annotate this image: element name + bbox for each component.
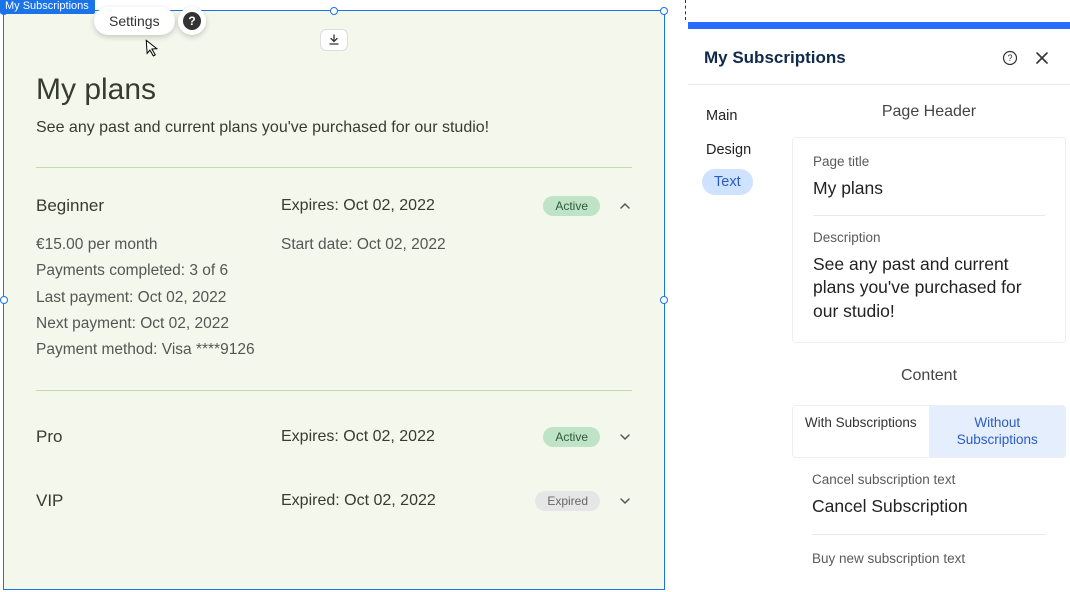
divider bbox=[813, 215, 1045, 216]
plan-expiry: Expires: Oct 02, 2022 bbox=[281, 428, 543, 446]
plan-row[interactable]: Pro Expires: Oct 02, 2022 Active bbox=[36, 405, 632, 469]
nav-item-main[interactable]: Main bbox=[702, 101, 784, 131]
field-value-page-title[interactable]: My plans bbox=[813, 177, 1045, 201]
page-description: See any past and current plans you've pu… bbox=[36, 119, 632, 137]
plan-expiry: Expires: Oct 02, 2022 bbox=[281, 197, 543, 215]
sidepanel-header: My Subscriptions ? bbox=[688, 32, 1070, 85]
tab-with-subscriptions[interactable]: With Subscriptions bbox=[792, 405, 929, 458]
nav-item-design[interactable]: Design bbox=[702, 135, 784, 165]
content-tabs: With Subscriptions Without Subscriptions bbox=[792, 405, 1066, 458]
chevron-up-icon[interactable] bbox=[618, 199, 632, 213]
plan-expiry: Expired: Oct 02, 2022 bbox=[281, 492, 535, 510]
sidepanel-content: Page Header Page title My plans Descript… bbox=[792, 85, 1070, 592]
section-header-content: Content bbox=[792, 349, 1066, 401]
content-card: Cancel subscription text Cancel Subscrip… bbox=[792, 472, 1066, 567]
page-header-card: Page title My plans Description See any … bbox=[792, 137, 1066, 343]
status-badge: Active bbox=[543, 427, 600, 447]
download-icon bbox=[328, 34, 340, 46]
help-icon: ? bbox=[1002, 50, 1018, 66]
plan-name: Pro bbox=[36, 427, 281, 447]
page-title: My plans bbox=[36, 73, 632, 107]
cursor-icon bbox=[143, 38, 161, 63]
tab-without-subscriptions[interactable]: Without Subscriptions bbox=[929, 405, 1067, 458]
preview-canvas[interactable]: Settings ? My plans See any past and cur… bbox=[3, 10, 665, 590]
status-badge: Expired bbox=[535, 491, 600, 511]
section-header-page-header: Page Header bbox=[792, 85, 1066, 137]
field-label-buy-text: Buy new subscription text bbox=[812, 551, 1046, 566]
field-value-cancel-text[interactable]: Cancel Subscription bbox=[812, 495, 1046, 519]
nav-item-text[interactable]: Text bbox=[702, 169, 753, 195]
sidepanel-nav: Main Design Text bbox=[688, 85, 792, 592]
panel-topbar bbox=[688, 22, 1070, 29]
field-label-page-title: Page title bbox=[813, 154, 1045, 169]
divider bbox=[812, 534, 1046, 535]
selected-element-tag: My Subscriptions bbox=[0, 0, 95, 14]
plan-detail-line: Last payment: Oct 02, 2022 bbox=[36, 285, 281, 311]
svg-text:?: ? bbox=[1007, 53, 1012, 63]
help-icon: ? bbox=[183, 12, 201, 30]
settings-sidepanel: My Subscriptions ? Main Design Text Page… bbox=[688, 32, 1070, 592]
resize-handle[interactable] bbox=[660, 7, 668, 15]
status-badge: Active bbox=[543, 196, 600, 216]
divider bbox=[36, 167, 632, 168]
resize-handle[interactable] bbox=[330, 7, 338, 15]
resize-handle[interactable] bbox=[660, 296, 668, 304]
plan-detail-line: Start date: Oct 02, 2022 bbox=[281, 232, 446, 258]
field-label-description: Description bbox=[813, 230, 1045, 245]
help-button[interactable]: ? bbox=[998, 46, 1022, 70]
plan-detail-line: Payments completed: 3 of 6 bbox=[36, 258, 281, 284]
field-label-cancel-text: Cancel subscription text bbox=[812, 472, 1046, 487]
plan-detail-line: Payment method: Visa ****9126 bbox=[36, 337, 281, 363]
plan-detail-line: €15.00 per month bbox=[36, 232, 281, 258]
resize-handle[interactable] bbox=[0, 296, 8, 304]
chevron-down-icon[interactable] bbox=[618, 430, 632, 444]
plan-details: €15.00 per month Payments completed: 3 o… bbox=[36, 232, 632, 364]
close-icon bbox=[1035, 51, 1049, 65]
chevron-down-icon[interactable] bbox=[618, 494, 632, 508]
divider bbox=[36, 390, 632, 391]
close-button[interactable] bbox=[1030, 46, 1054, 70]
help-button[interactable]: ? bbox=[178, 7, 206, 35]
plan-detail-line: Next payment: Oct 02, 2022 bbox=[36, 311, 281, 337]
plan-name: VIP bbox=[36, 491, 281, 511]
download-button[interactable] bbox=[320, 29, 348, 51]
page-boundary-marker bbox=[685, 0, 689, 20]
sidepanel-title: My Subscriptions bbox=[704, 48, 990, 68]
plan-row[interactable]: Beginner Expires: Oct 02, 2022 Active bbox=[36, 182, 632, 230]
plan-name: Beginner bbox=[36, 196, 281, 216]
open-settings-button[interactable]: Settings bbox=[94, 7, 175, 35]
field-value-description[interactable]: See any past and current plans you've pu… bbox=[813, 253, 1045, 324]
plan-row[interactable]: VIP Expired: Oct 02, 2022 Expired bbox=[36, 469, 632, 533]
